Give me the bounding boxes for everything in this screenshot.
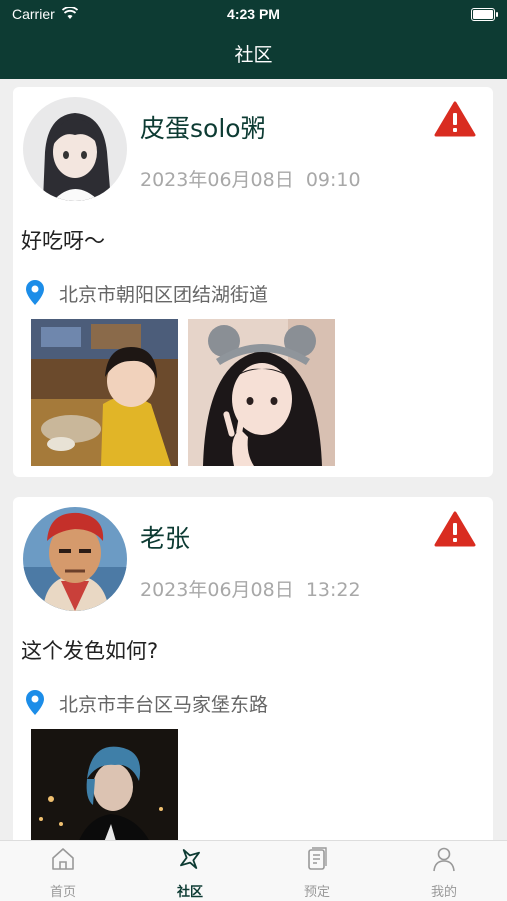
location-pin-icon xyxy=(26,280,44,305)
post-time: 09:10 xyxy=(305,169,361,191)
post-photo[interactable] xyxy=(188,319,335,466)
report-warning-icon[interactable] xyxy=(434,101,476,137)
post-feed[interactable]: 皮蛋solo粥 2023年06月08日 09:10 好吃呀～ 北京市朝阳区团结湖… xyxy=(0,79,507,840)
status-time: 4:23 PM xyxy=(227,6,280,22)
post-timestamp: 2023年06月08日 13:22 xyxy=(140,575,361,602)
tab-home[interactable]: 首页 xyxy=(0,841,126,901)
post-username[interactable]: 皮蛋solo粥 xyxy=(140,109,266,145)
post-username[interactable]: 老张 xyxy=(140,519,190,555)
post-card[interactable]: 老张 2023年06月08日 13:22 这个发色如何? 北京市丰台区马家堡东路 xyxy=(13,497,493,840)
avatar[interactable] xyxy=(23,507,127,611)
post-photo[interactable] xyxy=(31,729,178,840)
report-warning-icon[interactable] xyxy=(434,511,476,547)
tab-booking[interactable]: 预定 xyxy=(254,841,380,901)
post-time: 13:22 xyxy=(305,579,361,601)
battery-icon xyxy=(471,8,498,21)
home-icon xyxy=(52,848,74,870)
airplane-icon xyxy=(180,849,200,869)
post-card[interactable]: 皮蛋solo粥 2023年06月08日 09:10 好吃呀～ 北京市朝阳区团结湖… xyxy=(13,87,493,477)
tab-label: 我的 xyxy=(430,885,457,900)
booking-icon xyxy=(308,847,327,870)
page-title: 社区 xyxy=(234,44,273,66)
post-timestamp: 2023年06月08日 09:10 xyxy=(140,165,361,192)
avatar[interactable] xyxy=(23,97,127,201)
location-text: 北京市朝阳区团结湖街道 xyxy=(59,284,269,306)
navigation-bar: Carrier 4:23 PM 社区 xyxy=(0,0,507,79)
post-photo[interactable] xyxy=(31,319,178,466)
status-bar: Carrier 4:23 PM xyxy=(0,0,507,28)
location-pin-icon xyxy=(26,690,44,715)
tab-profile[interactable]: 我的 xyxy=(381,841,507,901)
tab-label: 预定 xyxy=(303,885,330,900)
post-content: 好吃呀～ xyxy=(21,229,105,253)
tab-label: 社区 xyxy=(176,885,203,900)
tab-bar: 首页 社区 预定 我的 xyxy=(0,840,507,901)
tab-community[interactable]: 社区 xyxy=(127,841,253,901)
post-content: 这个发色如何? xyxy=(21,639,159,663)
post-date: 2023年06月08日 xyxy=(140,579,294,601)
person-icon xyxy=(433,847,455,872)
location-text: 北京市丰台区马家堡东路 xyxy=(59,694,269,716)
post-date: 2023年06月08日 xyxy=(140,169,294,191)
tab-label: 首页 xyxy=(49,885,76,900)
